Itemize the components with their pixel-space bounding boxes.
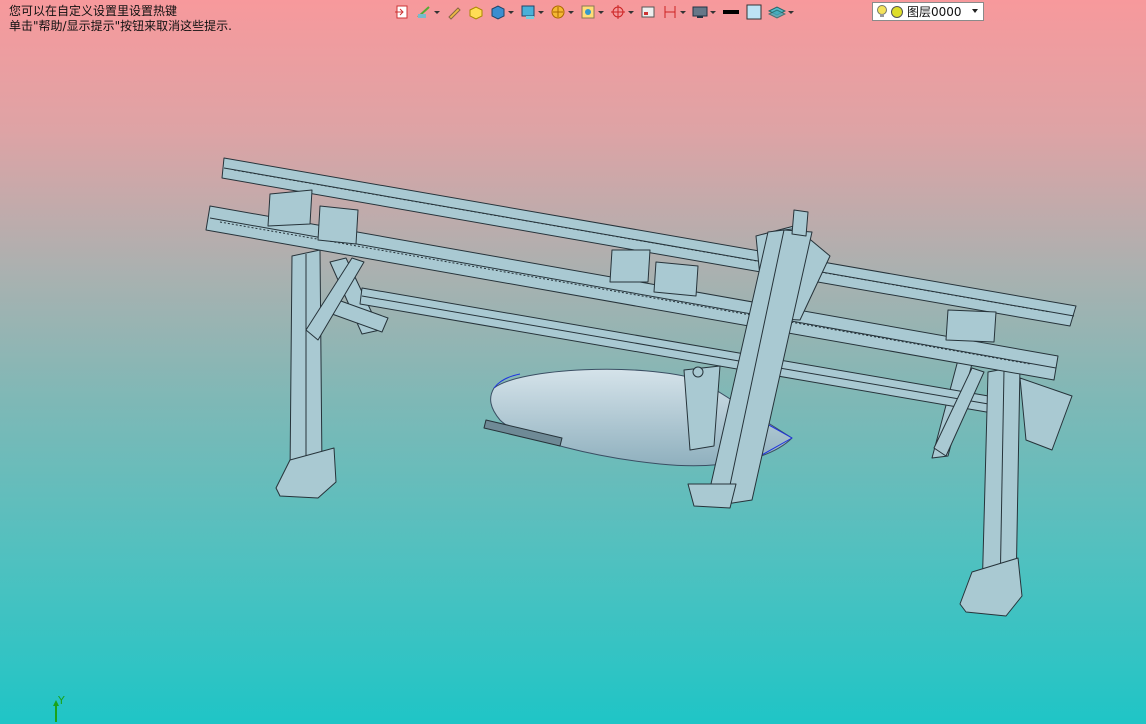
top-toolbar: [392, 1, 796, 23]
layer-select[interactable]: 图层0000: [872, 2, 984, 21]
layer-color-circle-icon: [891, 5, 903, 18]
line-color-button[interactable]: [720, 2, 742, 22]
exit-sketch-button[interactable]: [392, 2, 412, 22]
sketch-icon: [417, 6, 430, 18]
line-color-icon: [723, 10, 739, 14]
box-button[interactable]: [466, 2, 486, 22]
hint-text: 您可以在自定义设置里设置热键 单击"帮助/显示提示"按钮来取消这些提示.: [9, 4, 232, 34]
sketch-button[interactable]: [414, 2, 442, 22]
chevron-down-icon: [972, 9, 978, 13]
monitor-button[interactable]: [690, 2, 718, 22]
render-icon: [551, 5, 565, 19]
pencil-icon: [448, 7, 461, 20]
view-icon: [581, 5, 595, 19]
fill-color-icon: [746, 4, 762, 20]
rectangle-icon: [641, 6, 655, 18]
snap-icon: [611, 5, 625, 19]
monitor-icon: [692, 6, 708, 18]
view-button[interactable]: [578, 2, 606, 22]
box-icon: [469, 6, 483, 20]
snap-button[interactable]: [608, 2, 636, 22]
model-viewport[interactable]: [0, 0, 1146, 724]
hint-line-1: 您可以在自定义设置里设置热键: [9, 4, 178, 18]
triad-y-label: Y: [57, 694, 65, 707]
pencil-button[interactable]: [444, 2, 464, 22]
layer-stack-icon: [768, 6, 786, 19]
display-icon: [521, 5, 535, 19]
rectangle-button[interactable]: [638, 2, 658, 22]
coordinate-triad: Y: [53, 694, 65, 722]
solid-button[interactable]: [488, 2, 516, 22]
solid-icon: [491, 5, 505, 20]
exit-sketch-icon: [395, 5, 408, 19]
bulb-icon: [877, 5, 887, 17]
dimension-button[interactable]: [660, 2, 688, 22]
layer-stack-button[interactable]: [766, 2, 796, 22]
dimension-icon: [664, 6, 676, 18]
fill-color-button[interactable]: [744, 2, 764, 22]
hint-line-2: 单击"帮助/显示提示"按钮来取消这些提示.: [9, 19, 232, 33]
render-button[interactable]: [548, 2, 576, 22]
display-button[interactable]: [518, 2, 546, 22]
layer-name: 图层0000: [907, 5, 962, 19]
